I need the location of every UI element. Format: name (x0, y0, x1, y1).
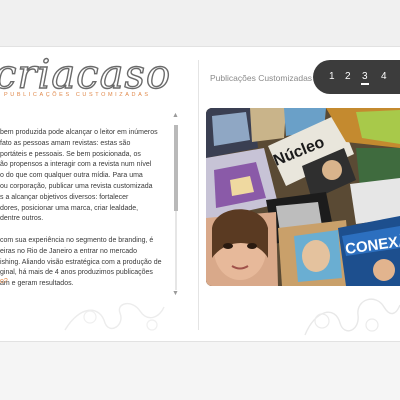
section-title: Publicações Customizadas (210, 73, 313, 83)
page: criacaso PUBLICAÇÕES CUSTOMIZADAS bem pr… (0, 0, 400, 400)
about-paragraph-2: com sua experiência no segmento de brand… (0, 236, 162, 288)
top-band (0, 0, 400, 46)
more-info-link[interactable]: o? (0, 278, 8, 285)
page-1-button[interactable]: 1 (329, 71, 335, 82)
column-divider (198, 60, 199, 330)
page-2-button[interactable]: 2 (345, 71, 351, 82)
scroll-down-arrow-icon[interactable]: ▼ (172, 290, 179, 297)
about-text: bem produzida pode alcançar o leitor em … (0, 128, 168, 301)
page-4-button[interactable]: 4 (381, 71, 387, 82)
scroll-up-arrow-icon[interactable]: ▲ (172, 112, 179, 119)
page-3-button[interactable]: 3 (361, 71, 369, 85)
about-paragraph-1: bem produzida pode alcançar o leitor em … (0, 129, 158, 223)
magazine-collage-image[interactable]: Núcleo CONEXÃO (206, 108, 400, 286)
floral-ornament-icon (304, 298, 400, 336)
brand-tagline: PUBLICAÇÕES CUSTOMIZADAS (4, 92, 151, 98)
scrollbar-thumb[interactable] (174, 125, 178, 211)
magazine-collage-graphic: Núcleo CONEXÃO (206, 108, 400, 286)
floral-ornament-icon (64, 303, 165, 331)
